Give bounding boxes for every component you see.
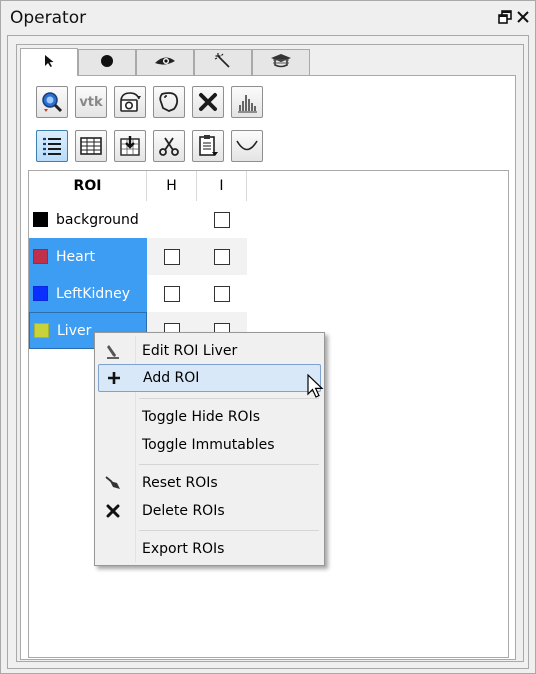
roi-table-header: ROI H I [29,171,247,201]
roi-name-cell[interactable]: LeftKidney [29,275,147,312]
immutable-checkbox[interactable] [214,211,230,228]
curve-icon [235,136,259,156]
roi-color-swatch [34,323,49,338]
roi-name-cell[interactable]: background [29,201,147,238]
clipboard-icon [197,134,219,158]
menu-item-toggle-hide[interactable]: Toggle Hide ROIs [98,403,321,431]
tab-bar [20,48,310,76]
x-icon [98,497,128,525]
menu-item-delete-rois[interactable]: Delete ROIs [98,497,321,525]
search-roi-icon [40,90,64,114]
graduation-cap-icon [270,53,292,73]
histogram-button[interactable] [231,86,263,118]
table-icon [80,136,102,156]
scissors-button[interactable] [153,130,185,162]
delete-button[interactable] [192,86,224,118]
column-header-immutable[interactable]: I [197,171,247,201]
roi-name: LeftKidney [56,285,131,302]
roi-name: Liver [57,322,92,339]
delete-icon [197,91,219,113]
histogram-icon [235,91,259,113]
broom-icon [98,469,128,497]
camera-rotate-icon [118,91,142,113]
roi-color-swatch [33,212,48,227]
roi-color-swatch [33,249,48,264]
panel-title: Operator [10,8,87,28]
menu-item-reset-rois[interactable]: Reset ROIs [98,469,321,497]
menu-item-edit-roi[interactable]: Edit ROI Liver [98,337,321,365]
toolbar-row-1: vtk [36,86,263,118]
import-button[interactable] [114,130,146,162]
close-icon[interactable] [516,10,530,24]
title-bar: Operator [1,1,535,35]
float-icon[interactable] [498,10,512,24]
eye-icon [154,54,176,72]
menu-item-add-roi[interactable]: Add ROI [98,364,321,392]
hide-cell [147,201,197,238]
list-button[interactable] [36,130,68,162]
menu-separator [139,530,319,531]
search-roi-button[interactable] [36,86,68,118]
tab-pointer[interactable] [20,48,78,76]
lasso-icon [157,90,181,114]
table-row[interactable]: background [29,201,247,238]
tab-circle[interactable] [78,49,136,75]
menu-separator [139,464,319,465]
magic-wand-icon [214,52,232,73]
vtk-icon: vtk [79,94,103,110]
circle-icon [100,54,114,72]
lasso-button[interactable] [153,86,185,118]
hide-checkbox[interactable] [164,248,180,265]
table-row[interactable]: LeftKidney [29,275,247,312]
table-button[interactable] [75,130,107,162]
pencil-icon [98,337,128,365]
vtk-button[interactable]: vtk [75,86,107,118]
tab-graduation[interactable] [252,49,310,75]
column-header-hide[interactable]: H [147,171,197,201]
roi-name-cell[interactable]: Heart [29,238,147,275]
menu-item-toggle-immutables[interactable]: Toggle Immutables [98,431,321,459]
menu-item-export-rois[interactable]: Export ROIs [98,535,321,563]
clipboard-button[interactable] [192,130,224,162]
menu-separator [139,398,319,399]
menu-item-label: Reset ROIs [142,475,218,491]
pointer-icon [43,54,55,72]
menu-item-label: Delete ROIs [142,503,225,519]
hide-checkbox[interactable] [164,285,180,302]
roi-name: Heart [56,248,95,265]
camera-rotate-button[interactable] [114,86,146,118]
menu-item-label: Export ROIs [142,541,225,557]
menu-item-label: Add ROI [143,370,200,386]
hide-cell [147,275,197,312]
tab-magic-wand[interactable] [194,49,252,75]
menu-item-label: Edit ROI Liver [142,343,238,359]
plus-icon [99,364,129,392]
menu-item-label: Toggle Immutables [142,437,275,453]
scissors-icon [158,135,180,157]
list-icon [40,135,64,157]
toolbar-row-2 [36,130,263,162]
curve-button[interactable] [231,130,263,162]
immutable-checkbox[interactable] [214,248,230,265]
table-row[interactable]: Heart [29,238,247,275]
menu-item-label: Toggle Hide ROIs [142,409,261,425]
mouse-cursor-icon [307,373,325,404]
hide-cell [147,238,197,275]
immutable-cell [197,238,247,275]
import-icon [119,135,141,157]
immutable-cell [197,201,247,238]
immutable-checkbox[interactable] [214,285,230,302]
context-menu: Edit ROI Liver Add ROI Toggle Hide ROIs … [94,332,325,566]
roi-name: background [56,211,139,228]
roi-color-swatch [33,286,48,301]
column-header-roi[interactable]: ROI [29,171,147,201]
immutable-cell [197,275,247,312]
tab-eye[interactable] [136,49,194,75]
